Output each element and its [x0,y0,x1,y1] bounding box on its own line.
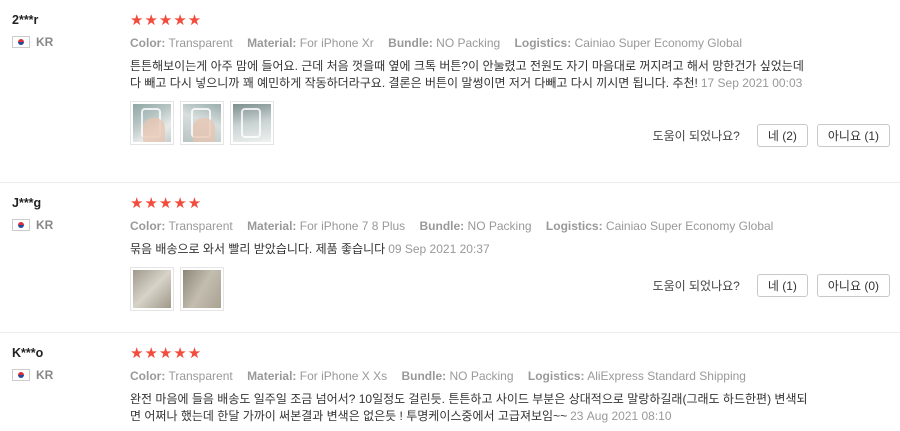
reviewer-name: J***g [12,196,42,210]
reviewer-country: KR [12,368,122,382]
review-specs: Color: Transparent Material: For iPhone … [130,219,890,235]
star-rating: ★★★★★ [130,195,203,212]
review-photo-thumbnail[interactable] [230,101,274,145]
review-date: 17 Sep 2021 00:03 [700,76,803,90]
helpful-yes-button[interactable]: 네 (2) [756,124,808,147]
review-item: J***g KR ★★★★★ Color: Transparent Materi… [0,183,900,333]
reviewer-info: 2***r KR [12,13,122,49]
review-date: 23 Aug 2021 08:10 [570,409,672,423]
helpful-no-button[interactable]: 아니요 (0) [816,274,890,297]
review-date: 09 Sep 2021 20:37 [388,242,490,256]
spec-color: Color: Transparent [130,369,233,383]
korea-flag-icon [12,36,30,48]
reviewer-info: J***g KR [12,196,122,232]
review-photo-thumbnail[interactable] [180,101,224,145]
spec-bundle: Bundle: NO Packing [401,369,514,383]
review-photo-thumbnail[interactable] [180,267,224,311]
country-code: KR [36,368,54,382]
review-text: 완전 마음에 들음 배송도 일주일 조금 넘어서? 10일정도 걸린듯. 튼튼하… [130,391,810,425]
review-item: 2***r KR ★★★★★ Color: Transparent Materi… [0,0,900,183]
star-rating: ★★★★★ [130,12,203,29]
spec-color: Color: Transparent [130,219,233,233]
spec-logistics: Logistics: Cainiao Super Economy Global [545,219,774,233]
spec-logistics: Logistics: AliExpress Standard Shipping [527,369,746,383]
spec-bundle: Bundle: NO Packing [388,36,501,50]
spec-bundle: Bundle: NO Packing [419,219,532,233]
reviewer-info: K***o KR [12,346,122,382]
helpful-question: 도움이 되었나요? [652,279,740,293]
review-photo-thumbnail[interactable] [130,267,174,311]
helpful-vote: 도움이 되었나요? 네 (1) 아니요 (0) [653,274,890,297]
spec-material: Material: For iPhone Xr [247,36,374,50]
country-code: KR [36,35,54,49]
helpful-vote: 도움이 되었나요? 네 (2) 아니요 (1) [653,124,890,147]
review-specs: Color: Transparent Material: For iPhone … [130,36,890,52]
review-text: 묶음 배송으로 와서 빨리 받았습니다. 제품 좋습니다 09 Sep 2021 … [130,241,810,258]
helpful-yes-button[interactable]: 네 (1) [756,274,808,297]
review-specs: Color: Transparent Material: For iPhone … [130,369,890,385]
review-text-body: 완전 마음에 들음 배송도 일주일 조금 넘어서? 10일정도 걸린듯. 튼튼하… [130,392,808,423]
reviewer-name: 2***r [12,13,39,27]
spec-logistics: Logistics: Cainiao Super Economy Global [514,36,742,50]
reviewer-name: K***o [12,346,44,360]
review-text-body: 묶음 배송으로 와서 빨리 받았습니다. 제품 좋습니다 [130,242,386,256]
korea-flag-icon [12,369,30,381]
country-code: KR [36,218,54,232]
korea-flag-icon [12,219,30,231]
reviewer-country: KR [12,218,122,232]
review-item: K***o KR ★★★★★ Color: Transparent Materi… [0,333,900,431]
review-photo-thumbnail[interactable] [130,101,174,145]
review-text: 튼튼해보이는게 아주 맘에 들어요. 근데 처음 껏을때 옆에 크톡 버튼?이 … [130,58,810,92]
star-rating: ★★★★★ [130,345,203,362]
spec-material: Material: For iPhone 7 8 Plus [247,219,406,233]
helpful-question: 도움이 되었나요? [652,129,740,143]
spec-material: Material: For iPhone X Xs [247,369,388,383]
spec-color: Color: Transparent [130,36,233,50]
reviewer-country: KR [12,35,122,49]
review-body: ★★★★★ Color: Transparent Material: For i… [130,345,890,425]
helpful-no-button[interactable]: 아니요 (1) [816,124,890,147]
